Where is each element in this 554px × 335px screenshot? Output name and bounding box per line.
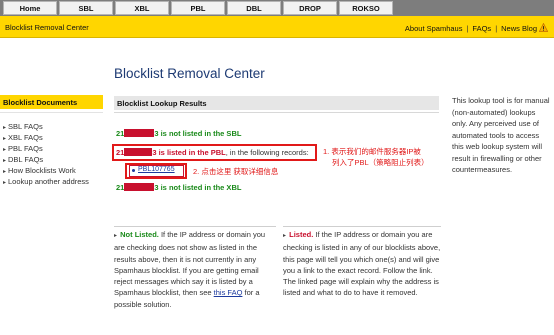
warning-icon: [539, 23, 548, 32]
site-title[interactable]: Blocklist Removal Center: [5, 23, 89, 32]
not-listed-keyword: Not Listed.: [120, 230, 159, 239]
sbl-result: 21 3 is not listed in the SBL: [116, 129, 241, 138]
divider: [114, 112, 439, 113]
page-title: Blocklist Removal Center: [114, 66, 265, 81]
tab-pbl[interactable]: PBL: [171, 1, 225, 15]
faqs-link[interactable]: FAQs: [472, 24, 491, 33]
sidebar-item-pbl-faqs[interactable]: PBL FAQs: [3, 143, 89, 154]
xbl-result: 21 3 is not listed in the XBL: [116, 183, 241, 192]
tab-drop[interactable]: DROP: [283, 1, 337, 15]
about-spamhaus-link[interactable]: About Spamhaus: [405, 24, 463, 33]
tab-home[interactable]: Home: [3, 1, 57, 15]
separator: |: [466, 24, 469, 33]
ip-prefix: 21: [116, 129, 125, 138]
ip-prefix: 21: [116, 183, 125, 192]
annotation-line: 列入了PBL（策略阻止列表）: [332, 158, 429, 167]
xbl-status-text: is not listed in the XBL: [158, 183, 242, 192]
ip-mask: [124, 183, 155, 191]
separator: |: [495, 24, 498, 33]
lookup-tool-notice: This lookup tool is for manual (non-auto…: [452, 96, 550, 174]
annotation-note-1: 1. 表示我们的邮件服务器IP被 列入了PBL（策略阻止列表）: [323, 146, 429, 168]
header-bar: Blocklist Removal Center About Spamhaus …: [0, 16, 554, 38]
not-listed-help: ▸ Not Listed. If the IP address or domai…: [114, 226, 276, 310]
listed-help: ▸ Listed. If the IP address or domain yo…: [283, 226, 441, 299]
sbl-status-text: is not listed in the SBL: [158, 129, 242, 138]
sidebar-list: SBL FAQs XBL FAQs PBL FAQs DBL FAQs How …: [3, 121, 89, 187]
divider: [0, 112, 103, 113]
header-links: About Spamhaus | FAQs | News Blog: [405, 23, 548, 33]
tab-sbl[interactable]: SBL: [59, 1, 113, 15]
triangle-right-icon: ▸: [283, 233, 287, 239]
sidebar-item-lookup-another-address[interactable]: Lookup another address: [3, 176, 89, 187]
not-listed-text: If the IP address or domain you are chec…: [114, 230, 266, 298]
sidebar-item-xbl-faqs[interactable]: XBL FAQs: [3, 132, 89, 143]
sidebar-heading: Blocklist Documents: [0, 95, 103, 109]
tab-rokso[interactable]: ROKSO: [339, 1, 393, 15]
sidebar-item-dbl-faqs[interactable]: DBL FAQs: [3, 154, 89, 165]
tab-xbl[interactable]: XBL: [115, 1, 169, 15]
this-faq-link[interactable]: this FAQ: [214, 288, 243, 297]
listed-keyword: Listed.: [289, 230, 314, 239]
tab-dbl[interactable]: DBL: [227, 1, 281, 15]
listed-text: If the IP address or domain you are chec…: [283, 230, 441, 298]
top-navigation: Home SBL XBL PBL DBL DROP ROKSO: [0, 0, 554, 16]
ip-mask: [124, 129, 155, 137]
triangle-right-icon: ▸: [114, 233, 118, 239]
news-blog-link[interactable]: News Blog: [501, 24, 537, 33]
annotation-note-2: 2. 点击这里 获取详细信息: [193, 167, 279, 176]
highlight-box: [112, 144, 317, 161]
sidebar-item-sbl-faqs[interactable]: SBL FAQs: [3, 121, 89, 132]
sidebar-item-how-blocklists-work[interactable]: How Blocklists Work: [3, 165, 89, 176]
lookup-results-heading: Blocklist Lookup Results: [114, 96, 439, 110]
annotation-line: 1. 表示我们的邮件服务器IP被: [323, 147, 421, 156]
highlight-box: [125, 163, 187, 179]
